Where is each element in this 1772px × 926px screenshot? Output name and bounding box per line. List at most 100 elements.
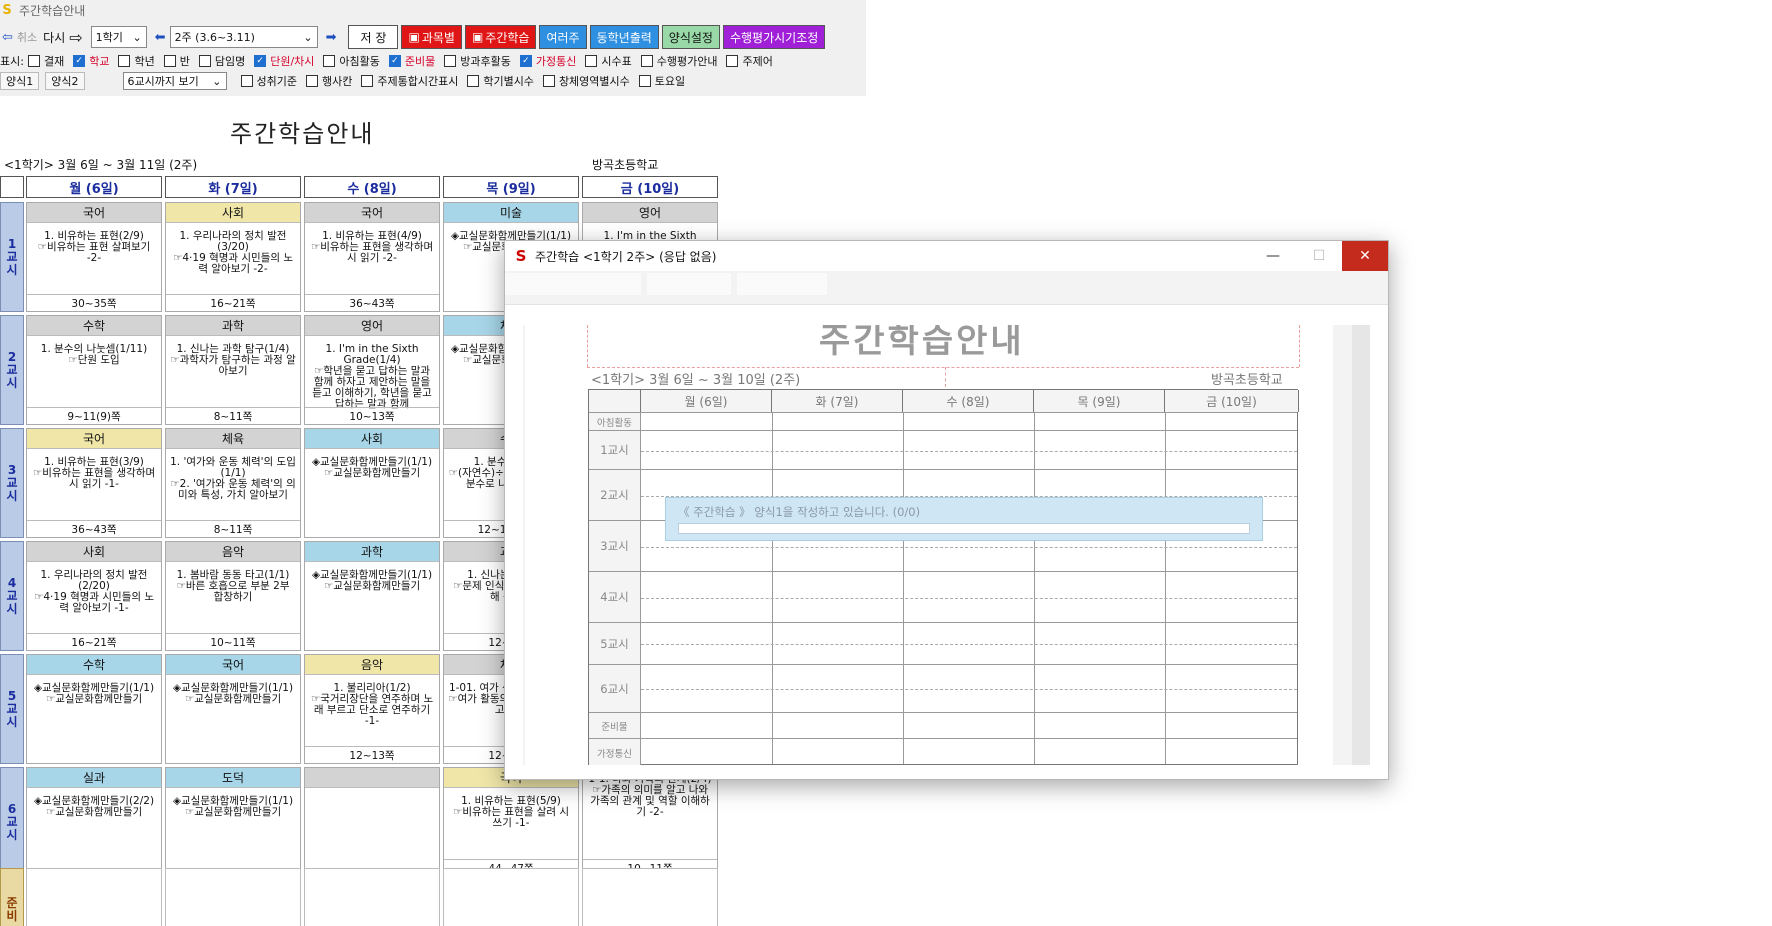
checkbox-box[interactable] — [638, 75, 651, 87]
lesson-cell[interactable]: 음악 1. 봄바람 동동 타고(1/1) ☞바른 호흡으로 부분 2부 합창하기 1… — [165, 541, 301, 651]
lesson-cell[interactable]: 체육 1. '여가와 운동 체력'의 도입(1/1) ☞2. '여가와 운동 체력… — [165, 428, 301, 538]
checkbox-3[interactable]: 학년 — [118, 53, 155, 69]
lesson-cell[interactable]: 수학 1. 분수의 나눗셈(1/11) ☞단원 도입 9~11(9)쪽 — [26, 315, 162, 425]
checkbox-label: 성취기준 — [256, 75, 297, 88]
weekly-study-button[interactable]: ▣ 주간학습 — [464, 25, 537, 49]
checkbox-10[interactable]: ✓ 가정통신 — [519, 53, 576, 69]
period-select[interactable]: 6교시까지 보기 ⌄ — [122, 72, 227, 90]
checkbox-box[interactable] — [444, 55, 457, 67]
undo-button[interactable]: 취소 — [17, 29, 37, 45]
checkbox-box[interactable] — [323, 55, 336, 67]
checkbox-box[interactable] — [585, 55, 598, 67]
form-settings-button[interactable]: 양식설정 — [661, 25, 720, 49]
lesson-subject: 수학 — [27, 655, 161, 675]
checkbox-12[interactable]: 수행평가안내 — [640, 53, 717, 69]
progress-panel: 《 주간학습 》 양식1을 작성하고 있습니다. (0/0) — [665, 497, 1263, 541]
lesson-subject: 국어 — [27, 203, 161, 223]
app-title-bar: S 주간학습안내 — [0, 0, 866, 20]
period-label: 5 교 시 — [0, 654, 24, 764]
checkbox-box[interactable] — [305, 75, 318, 87]
maximize-button[interactable]: ☐ — [1296, 241, 1342, 271]
checkbox-box[interactable] — [361, 75, 374, 87]
tab-form2[interactable]: 양식2 — [45, 72, 85, 90]
semester-select[interactable]: 1학기 ⌄ — [90, 26, 147, 48]
lesson-cell[interactable]: 도덕 ◈교실문화함께만들기(1/1) ☞교실문화함께만들기 — [165, 767, 301, 877]
lesson-cell[interactable]: 국어 1. 비유하는 표현(4/9) ☞비유하는 표현을 생각하며 시 읽기 -2… — [304, 202, 440, 312]
lesson-cell[interactable]: 실과 ◈교실문화함께만들기(2/2) ☞교실문화함께만들기 — [26, 767, 162, 877]
checkbox-13[interactable]: 주제어 — [726, 53, 773, 69]
checkbox-1[interactable]: 성취기준 — [240, 73, 297, 89]
prep-cell[interactable] — [304, 868, 440, 926]
checkbox-box[interactable]: ✓ — [254, 55, 267, 67]
checkbox-5[interactable]: 창체영역별시수 — [542, 73, 630, 89]
close-button[interactable]: ✕ — [1342, 241, 1388, 271]
checkbox-box[interactable] — [198, 55, 211, 67]
checkbox-box[interactable] — [640, 55, 653, 67]
doc-school: 방곡초등학교 — [592, 158, 659, 172]
lesson-cell[interactable]: 국어 1. 비유하는 표현(3/9) ☞비유하는 표현을 생각하며 시 읽기 -1… — [26, 428, 162, 538]
lesson-pages: 30~35쪽 — [27, 294, 161, 311]
checkbox-5[interactable]: 담임명 — [198, 53, 245, 69]
lesson-cell[interactable]: 1-1. 나와 가족의 관계(2/4) ☞가족의 의미를 알고 나와 가족의 관… — [582, 767, 718, 877]
checkbox-box[interactable] — [118, 55, 131, 67]
checkbox-box[interactable] — [163, 55, 176, 67]
minimize-button[interactable]: — — [1250, 241, 1296, 271]
lesson-cell[interactable]: 과학 ◈교실문화함께만들기(1/1) ☞교실문화함께만들기 — [304, 541, 440, 651]
checkbox-7[interactable]: 아침활동 — [323, 53, 380, 69]
preview-row-label: 1교시 — [589, 431, 641, 469]
week-select[interactable]: 2주 (3.6~3.11) ⌄ — [169, 26, 318, 48]
undo-arrow-icon[interactable]: ⇦ — [2, 30, 13, 45]
checkbox-2[interactable]: 행사칸 — [305, 73, 352, 89]
checkbox-box[interactable] — [542, 75, 555, 87]
lesson-cell[interactable]: 사회 1. 우리나라의 정치 발전(3/20) ☞4·19 혁명과 시민들의 노력… — [165, 202, 301, 312]
margin-guide — [1299, 325, 1300, 367]
multi-week-button[interactable]: 여러주 — [539, 25, 587, 49]
checkbox-box[interactable]: ✓ — [73, 55, 86, 67]
lesson-cell[interactable]: 국어 ◈교실문화함께만들기(1/1) ☞교실문화함께만들기 — [165, 654, 301, 764]
lesson-cell[interactable]: 국어1. 비유하는 표현(5/9) ☞비유하는 표현을 살려 시 쓰기 -1-4… — [443, 767, 579, 877]
filter-label: 표시: — [0, 55, 24, 68]
checkbox-1[interactable]: 결재 — [27, 53, 64, 69]
lesson-cell[interactable]: 국어 1. 비유하는 표현(2/9) ☞비유하는 표현 살펴보기 -2- 30~35… — [26, 202, 162, 312]
prep-cell[interactable] — [165, 868, 301, 926]
prev-week-icon[interactable]: ⬅ — [155, 30, 166, 45]
prep-cell[interactable] — [26, 868, 162, 926]
checkbox-3[interactable]: 주제통합시간표시 — [361, 73, 458, 89]
save-button[interactable]: 저 장 — [348, 25, 399, 49]
lesson-cell[interactable]: 음악 1. 불리리아(1/2) ☞국거리장단을 연주하며 노래 부르고 단소로 연… — [304, 654, 440, 764]
checkbox-11[interactable]: 시수표 — [585, 53, 632, 69]
by-subject-button[interactable]: ▣ 과목별 — [401, 25, 462, 49]
tab-form1[interactable]: 양식1 — [0, 72, 40, 90]
lesson-cell[interactable]: 사회 ◈교실문화함께만들기(1/1) ☞교실문화함께만들기 — [304, 428, 440, 538]
lesson-subject: 사회 — [166, 203, 300, 223]
checkbox-9[interactable]: 방과후활동 — [444, 53, 511, 69]
checkbox-2[interactable]: ✓ 학교 — [73, 53, 109, 69]
checkbox-box[interactable] — [467, 75, 480, 87]
checkbox-6[interactable]: ✓ 단원/차시 — [254, 53, 314, 69]
redo-button[interactable]: 다시 — [43, 29, 65, 46]
checkbox-4[interactable]: 학기별시수 — [467, 73, 534, 89]
checkbox-label: 반 — [179, 55, 190, 68]
preview-scrollbar[interactable] — [1352, 325, 1370, 765]
lesson-cell[interactable]: 수학 ◈교실문화함께만들기(1/1) ☞교실문화함께만들기 — [26, 654, 162, 764]
lesson-cell[interactable]: 사회 1. 우리나라의 정치 발전(2/20) ☞4·19 혁명과 시민들의 노력… — [26, 541, 162, 651]
checkbox-8[interactable]: ✓ 준비물 — [388, 53, 435, 69]
eval-adjust-button[interactable]: 수행평가시기조정 — [722, 25, 826, 49]
lesson-cell[interactable]: 영어 1. I'm in the Sixth Grade(1/4) ☞학년을 묻고… — [304, 315, 440, 425]
redo-arrow-icon[interactable]: ⇨ — [69, 28, 82, 47]
next-week-icon[interactable]: ➡ — [326, 30, 337, 45]
checkbox-box[interactable] — [240, 75, 253, 87]
checkbox-6[interactable]: 토요일 — [638, 73, 685, 89]
lesson-cell[interactable]: 과학 1. 신나는 과학 탐구(1/4) ☞과학자가 탐구하는 과정 알아보기 8~… — [165, 315, 301, 425]
checkbox-4[interactable]: 반 — [163, 53, 190, 69]
same-grade-print-button[interactable]: 동학년출력 — [589, 25, 659, 49]
checkbox-box[interactable]: ✓ — [388, 55, 401, 67]
lesson-content: 1. '여가와 운동 체력'의 도입(1/1) ☞2. '여가와 운동 체력'의… — [170, 456, 296, 501]
checkbox-box[interactable] — [27, 55, 40, 67]
checkbox-box[interactable] — [726, 55, 739, 67]
checkbox-box[interactable]: ✓ — [519, 55, 532, 67]
lesson-cell[interactable] — [304, 767, 440, 877]
preview-corner — [589, 390, 641, 412]
prep-cell[interactable] — [582, 868, 718, 926]
prep-cell[interactable] — [443, 868, 579, 926]
